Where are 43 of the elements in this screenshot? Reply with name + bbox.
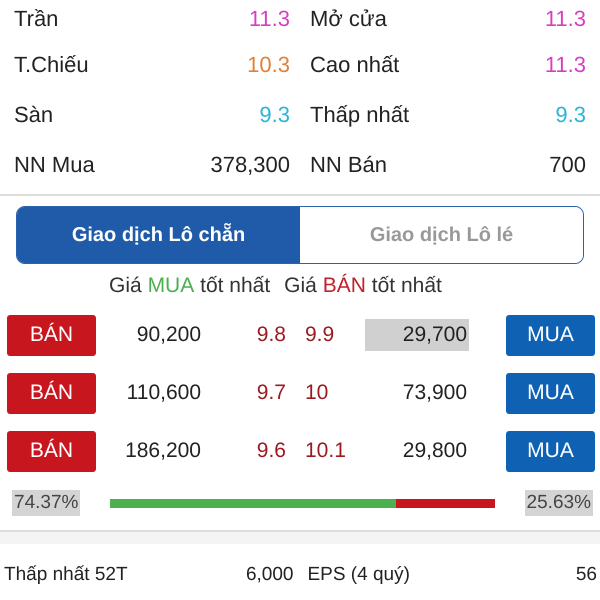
bid-price: 9.8 bbox=[256, 323, 286, 347]
tab[interactable]: Giao dịch Lô chẵn bbox=[17, 207, 300, 263]
bid-volume: 110,600 bbox=[126, 381, 201, 405]
field-value: 11.3 bbox=[544, 52, 586, 78]
ask-volume: 73,900 bbox=[402, 380, 468, 406]
stat-value: 6,000 bbox=[246, 564, 294, 586]
buy-button[interactable]: MUA bbox=[506, 372, 595, 414]
field-label: Mở cửa bbox=[310, 6, 387, 32]
field-label: NN Mua bbox=[14, 152, 95, 178]
sell-button[interactable]: BÁN bbox=[7, 372, 96, 414]
field-label: T.Chiếu bbox=[14, 52, 89, 78]
stat-value: 56 bbox=[576, 564, 597, 586]
buy-button[interactable]: MUA bbox=[506, 314, 595, 356]
ask-price: 10 bbox=[305, 381, 330, 405]
bid-price: 9.6 bbox=[256, 439, 286, 463]
field-value: 11.3 bbox=[544, 6, 586, 32]
field-value: 11.3 bbox=[248, 6, 290, 32]
field-value: 378,300 bbox=[210, 152, 290, 178]
stat-label: Thấp nhất 52T bbox=[4, 564, 128, 586]
sell-percent: 25.63% bbox=[524, 490, 593, 516]
buy-percent: 74.37% bbox=[12, 490, 80, 516]
ask-price: 9.9 bbox=[305, 323, 336, 347]
bid-volume: 90,200 bbox=[136, 323, 201, 347]
field-value: 9.3 bbox=[555, 102, 586, 128]
sell-button[interactable]: BÁN bbox=[7, 314, 96, 356]
buy-button[interactable]: MUA bbox=[506, 430, 595, 472]
field-label: NN Bán bbox=[310, 152, 388, 178]
column-header: Giá MUA tốt nhất bbox=[109, 274, 270, 298]
field-label: Sàn bbox=[14, 102, 54, 128]
field-label: Trần bbox=[14, 6, 58, 32]
field-label: Thấp nhất bbox=[310, 102, 410, 128]
column-header: Giá BÁN tốt nhất bbox=[284, 274, 442, 298]
field-value: 10.3 bbox=[247, 52, 290, 78]
ask-volume: 29,700 bbox=[365, 319, 469, 351]
stat-label: EPS (4 quý) bbox=[308, 564, 410, 586]
field-value: 700 bbox=[549, 152, 586, 178]
bid-volume: 186,200 bbox=[124, 439, 201, 463]
ask-volume: 29,800 bbox=[402, 438, 468, 464]
ask-price: 10.1 bbox=[305, 439, 347, 463]
field-label: Cao nhất bbox=[310, 52, 400, 78]
field-value: 9.3 bbox=[259, 102, 290, 128]
bid-price: 9.7 bbox=[256, 381, 286, 405]
sell-button[interactable]: BÁN bbox=[7, 430, 96, 472]
